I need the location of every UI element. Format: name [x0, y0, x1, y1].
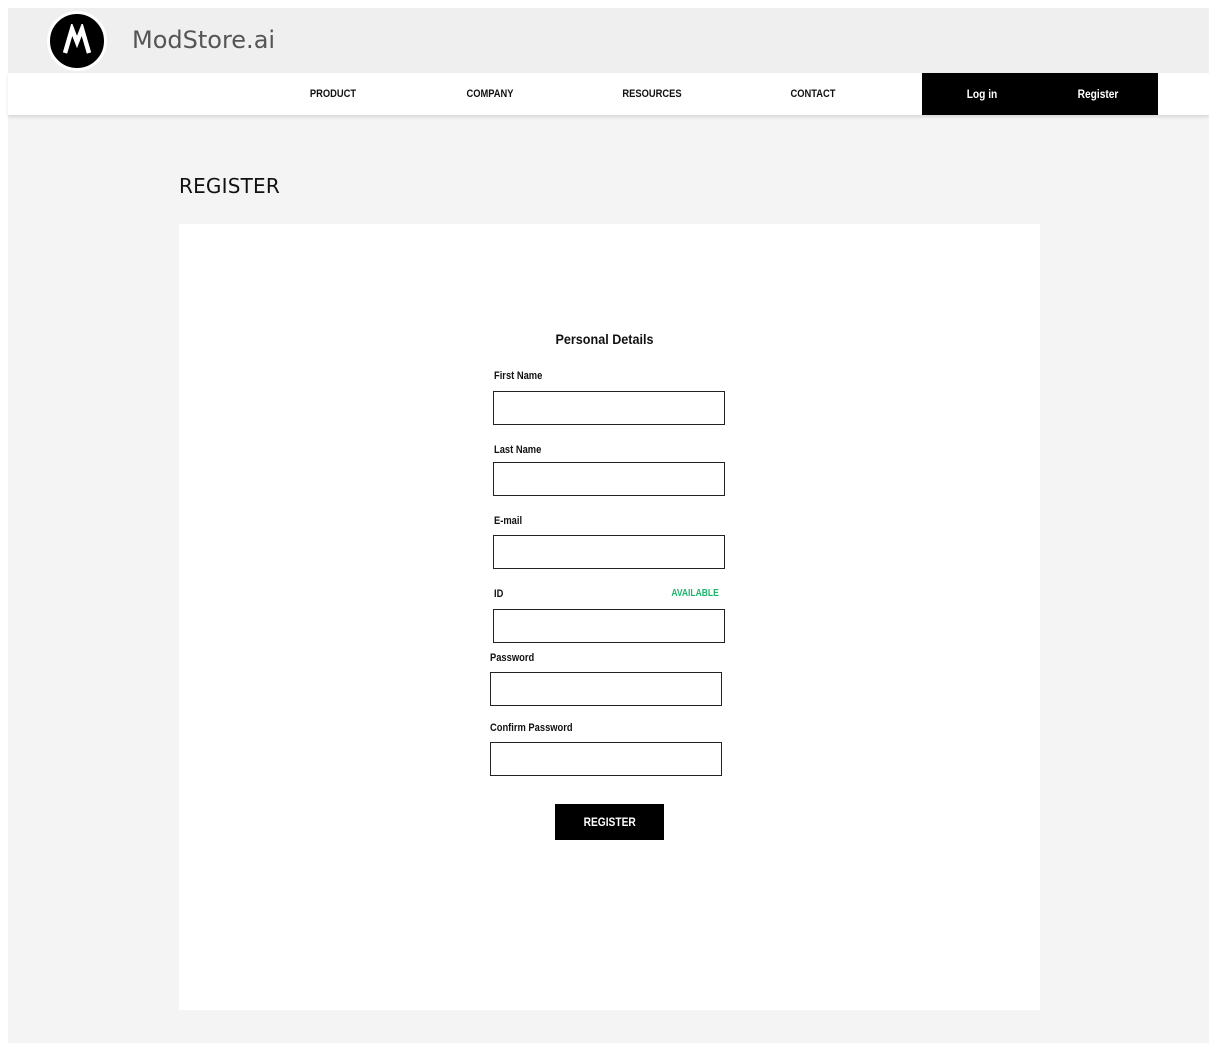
nav-resources[interactable]: RESOURCES [601, 73, 703, 115]
register-link[interactable]: Register [1056, 73, 1141, 115]
auth-links: Log in Register [922, 73, 1158, 115]
nav-company[interactable]: COMPANY [439, 73, 541, 115]
register-button[interactable]: REGISTER [555, 804, 664, 840]
nav-product[interactable]: PRODUCT [282, 73, 384, 115]
email-field[interactable] [493, 535, 725, 569]
brand-logo-icon[interactable] [47, 11, 107, 71]
main-nav: PRODUCT COMPANY RESOURCES CONTACT Log in… [8, 73, 1209, 115]
last-name-label: Last Name [494, 444, 542, 456]
login-link[interactable]: Log in [940, 73, 1025, 115]
first-name-label: First Name [494, 370, 543, 382]
nav-contact[interactable]: CONTACT [762, 73, 864, 115]
id-field[interactable] [493, 609, 725, 643]
logo-m-icon [62, 24, 92, 54]
id-availability-status: AVAILABLE [671, 588, 719, 599]
email-label: E-mail [494, 515, 523, 527]
last-name-field[interactable] [493, 462, 725, 496]
id-label: ID [494, 588, 504, 600]
brand-name[interactable]: ModStore.ai [132, 26, 275, 54]
page-title: REGISTER [179, 174, 280, 198]
section-title: Personal Details [555, 331, 654, 347]
password-field[interactable] [490, 672, 722, 706]
password-label: Password [490, 652, 535, 664]
confirm-password-field[interactable] [490, 742, 722, 776]
register-button-label: REGISTER [583, 815, 636, 829]
first-name-field[interactable] [493, 391, 725, 425]
confirm-password-label: Confirm Password [490, 722, 573, 734]
